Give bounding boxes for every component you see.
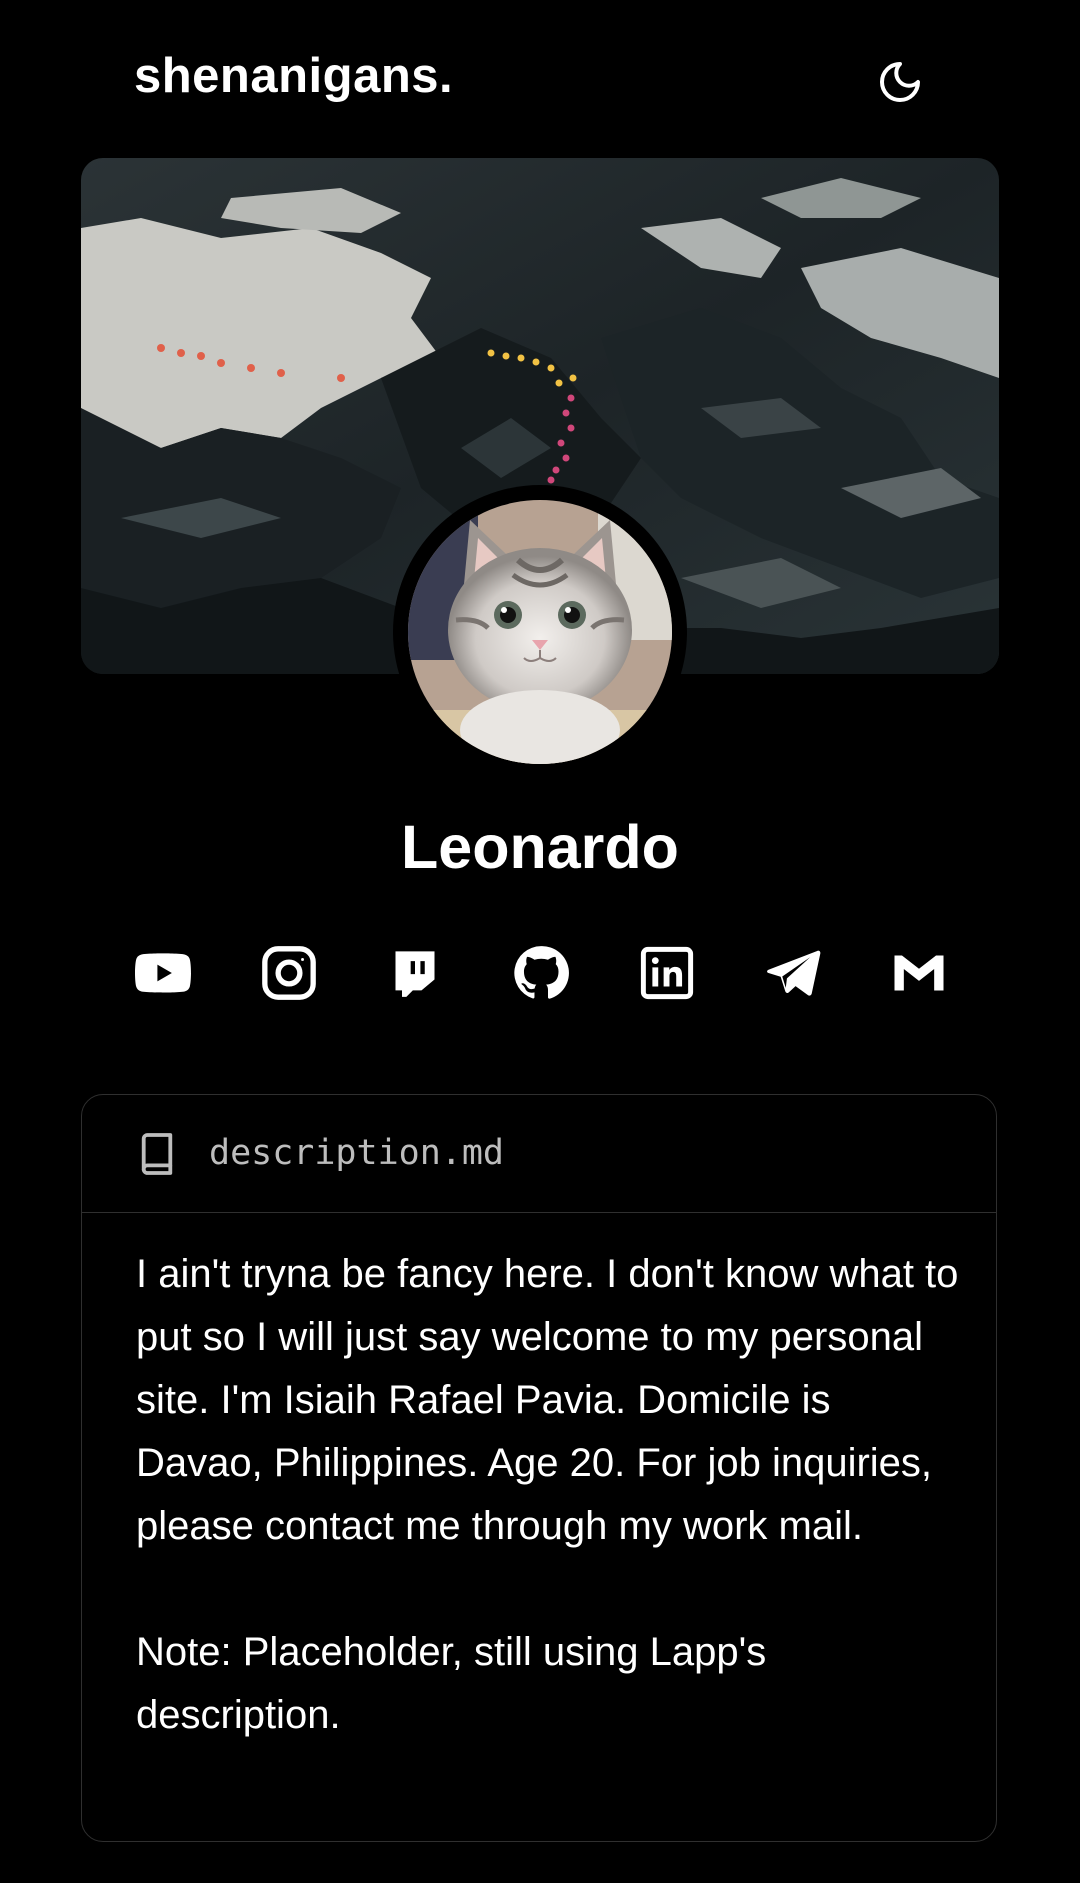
gmail-link[interactable] <box>886 940 952 1006</box>
book-icon <box>141 1133 173 1175</box>
description-card-header: description.md <box>82 1095 996 1213</box>
description-note: Note: Placeholder, still using Lapp's de… <box>136 1630 767 1737</box>
site-header: shenanigans. <box>0 0 1080 160</box>
description-paragraph: I ain't tryna be fancy here. I don't kno… <box>136 1252 959 1548</box>
telegram-icon <box>767 950 821 996</box>
telegram-link[interactable] <box>760 940 826 1006</box>
profile-name: Leonardo <box>401 813 679 881</box>
github-icon <box>514 946 569 999</box>
twitch-icon <box>395 951 435 997</box>
theme-toggle-button[interactable] <box>872 54 928 110</box>
description-filename: description.md <box>209 1133 505 1173</box>
twitch-link[interactable] <box>382 940 448 1006</box>
moon-icon <box>880 62 920 102</box>
youtube-icon <box>135 953 191 993</box>
youtube-link[interactable] <box>130 940 196 1006</box>
social-links <box>130 940 950 1006</box>
github-link[interactable] <box>508 940 574 1006</box>
linkedin-link[interactable] <box>634 940 700 1006</box>
gmail-icon <box>894 955 944 991</box>
description-text: I ain't tryna be fancy here. I don't kno… <box>136 1243 966 1747</box>
site-title[interactable]: shenanigans. <box>134 48 453 104</box>
avatar <box>408 500 672 764</box>
instagram-icon <box>262 946 316 1000</box>
cat-avatar <box>408 500 672 764</box>
description-card: description.md I ain't tryna be fancy he… <box>81 1094 997 1842</box>
linkedin-icon <box>640 946 694 1000</box>
instagram-link[interactable] <box>256 940 322 1006</box>
